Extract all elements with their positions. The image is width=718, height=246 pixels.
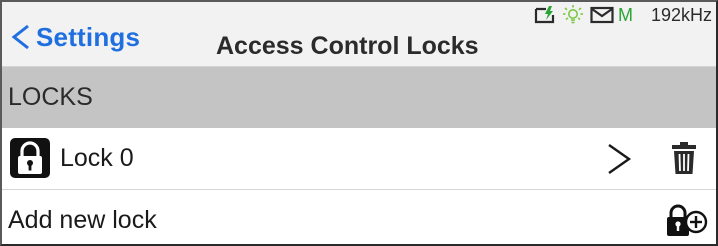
chevron-right-icon[interactable] <box>606 142 632 176</box>
mail-icon <box>590 6 614 24</box>
status-bar: M 192kHz <box>534 4 712 26</box>
charging-icon <box>534 6 555 24</box>
page-title: Access Control Locks <box>216 32 479 60</box>
add-lock-icon[interactable] <box>664 202 708 238</box>
list-item-lock-0[interactable]: Lock 0 <box>2 128 716 190</box>
back-button-label: Settings <box>36 21 141 52</box>
light-bulb-icon <box>562 5 583 24</box>
sample-rate-label: 192kHz <box>650 4 712 25</box>
chevron-left-icon <box>11 24 29 50</box>
status-m-indicator: M <box>617 4 633 25</box>
lock-icon <box>10 138 50 178</box>
add-new-lock-item[interactable]: Add new lock <box>2 190 716 244</box>
section-header-label: LOCKS <box>8 83 93 111</box>
section-header: LOCKS <box>2 67 716 128</box>
trash-icon[interactable] <box>670 140 698 176</box>
add-new-lock-label: Add new lock <box>8 206 157 234</box>
back-button[interactable]: Settings <box>8 20 140 54</box>
header-bar: Settings Access Control Locks M 192kHz <box>2 2 716 67</box>
list-item-label: Lock 0 <box>60 144 134 172</box>
app-frame: Settings Access Control Locks M 192kHz L… <box>0 0 718 246</box>
